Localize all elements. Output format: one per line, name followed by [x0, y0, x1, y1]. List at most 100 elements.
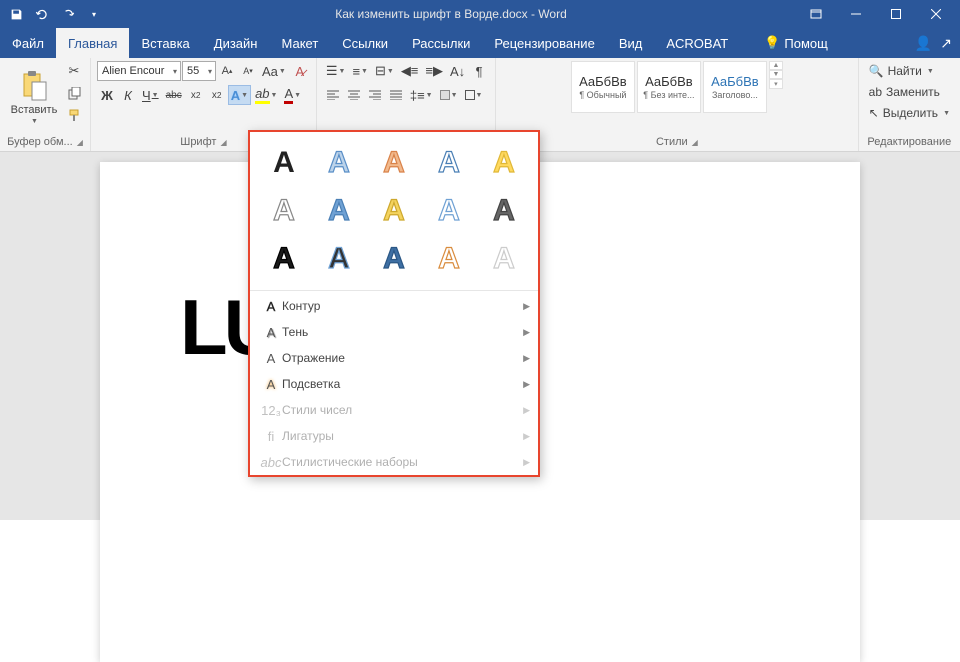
highlight-button[interactable]: ab▼ [252, 85, 280, 105]
window-controls [796, 0, 956, 28]
shrink-font-icon[interactable]: A▾ [238, 61, 258, 81]
menu-outline[interactable]: AКонтур▶ [250, 293, 538, 319]
tab-insert[interactable]: Вставка [129, 28, 201, 58]
align-center-icon[interactable] [344, 85, 364, 105]
window-title: Как изменить шрифт в Ворде.docx - Word [106, 7, 796, 21]
borders-icon[interactable]: ▼ [462, 85, 486, 105]
text-effect-preset-9[interactable]: A [424, 188, 473, 232]
text-effect-preset-8[interactable]: A [370, 188, 419, 232]
replace-button[interactable]: abЗаменить [865, 82, 954, 102]
tab-home[interactable]: Главная [56, 28, 129, 58]
account-icon[interactable]: 👤 [915, 35, 932, 52]
text-effects-presets: AAAAAAAAAAAAAAA [250, 132, 538, 288]
style-no-spacing[interactable]: АаБбВв¶ Без инте... [637, 61, 701, 113]
text-effect-preset-6[interactable]: A [260, 188, 309, 232]
chevron-right-icon: ▶ [523, 353, 530, 364]
dialog-launcher-icon[interactable]: ◢ [692, 138, 698, 147]
select-button[interactable]: ↖Выделить▼ [865, 103, 954, 123]
line-spacing-icon[interactable]: ‡≡▼ [407, 85, 436, 105]
numbering-icon[interactable]: ≡▼ [349, 61, 371, 81]
style-normal[interactable]: АаБбВв¶ Обычный [571, 61, 635, 113]
svg-text:A: A [383, 242, 405, 275]
text-effect-preset-3[interactable]: A [370, 140, 419, 184]
redo-icon[interactable] [56, 3, 80, 25]
close-icon[interactable] [916, 0, 956, 28]
bullets-icon[interactable]: ☰▼ [323, 61, 349, 81]
paste-button[interactable]: Вставить ▼ [6, 61, 62, 133]
save-icon[interactable] [4, 3, 28, 25]
style-heading1[interactable]: АаБбВвЗаголово... [703, 61, 767, 113]
menu-reflection[interactable]: AОтражение▶ [250, 345, 538, 371]
paste-label: Вставить [11, 104, 58, 116]
font-name-selector[interactable]: Alien Encour [97, 61, 181, 81]
quick-access-toolbar: ▾ [4, 3, 106, 25]
shading-icon[interactable]: ▼ [437, 85, 461, 105]
multilevel-list-icon[interactable]: ⊟▼ [372, 61, 397, 81]
ribbon-display-icon[interactable] [796, 0, 836, 28]
change-case-icon[interactable]: Aa▼ [259, 61, 289, 81]
maximize-icon[interactable] [876, 0, 916, 28]
styles-expand-icon[interactable]: ▾ [769, 79, 783, 89]
text-effect-preset-2[interactable]: A [315, 140, 364, 184]
bold-button[interactable]: Ж [97, 85, 117, 105]
cut-icon[interactable]: ✂ [64, 61, 84, 81]
increase-indent-icon[interactable]: ≡▶ [422, 61, 446, 81]
dialog-launcher-icon[interactable]: ◢ [220, 138, 226, 147]
ligatures-icon: fi [260, 429, 282, 444]
copy-icon[interactable] [64, 83, 84, 103]
styles-scroll-down-icon[interactable]: ▼ [769, 70, 783, 79]
qat-customize-icon[interactable]: ▾ [82, 3, 106, 25]
strikethrough-button[interactable]: abc [163, 85, 185, 105]
align-left-icon[interactable] [323, 85, 343, 105]
text-effect-preset-11[interactable]: A [260, 236, 309, 280]
underline-button[interactable]: Ч▼ [139, 85, 162, 105]
grow-font-icon[interactable]: A▴ [217, 61, 237, 81]
text-effect-preset-13[interactable]: A [370, 236, 419, 280]
tab-layout[interactable]: Макет [269, 28, 330, 58]
font-size-selector[interactable]: 55 [182, 61, 216, 81]
text-effect-preset-1[interactable]: A [260, 140, 309, 184]
text-effect-preset-7[interactable]: A [315, 188, 364, 232]
group-styles: АаБбВв¶ Обычный АаБбВв¶ Без инте... АаБб… [496, 58, 858, 151]
ribbon-tabs: Файл Главная Вставка Дизайн Макет Ссылки… [0, 28, 960, 58]
text-effect-preset-10[interactable]: A [479, 188, 528, 232]
undo-icon[interactable] [30, 3, 54, 25]
text-effect-preset-14[interactable]: A [424, 236, 473, 280]
tab-acrobat[interactable]: ACROBAT [654, 28, 740, 58]
tab-review[interactable]: Рецензирование [482, 28, 606, 58]
menu-glow[interactable]: AПодсветка▶ [250, 371, 538, 397]
text-effects-button[interactable]: A▼ [228, 85, 251, 105]
tab-references[interactable]: Ссылки [330, 28, 400, 58]
tell-me-label: Помощ [784, 36, 827, 51]
dialog-launcher-icon[interactable]: ◢ [77, 138, 83, 147]
font-color-button[interactable]: A▼ [281, 85, 304, 105]
clear-formatting-icon[interactable]: A̷ [290, 61, 310, 81]
find-button[interactable]: 🔍Найти▼ [865, 61, 954, 81]
text-effect-preset-15[interactable]: A [479, 236, 528, 280]
svg-text:A: A [274, 242, 296, 275]
text-effect-preset-4[interactable]: A [424, 140, 473, 184]
tab-mailings[interactable]: Рассылки [400, 28, 482, 58]
superscript-icon[interactable]: x2 [207, 85, 227, 105]
text-effect-preset-5[interactable]: A [479, 140, 528, 184]
share-icon[interactable]: ↗ [940, 35, 952, 52]
subscript-icon[interactable]: x2 [186, 85, 206, 105]
sort-icon[interactable]: A↓ [447, 61, 468, 81]
show-marks-icon[interactable]: ¶ [469, 61, 489, 81]
tell-me[interactable]: 💡 Помощ [752, 28, 840, 58]
decrease-indent-icon[interactable]: ◀≡ [398, 61, 422, 81]
styles-scroll-up-icon[interactable]: ▲ [769, 61, 783, 70]
svg-text:A: A [438, 242, 460, 275]
tab-design[interactable]: Дизайн [202, 28, 270, 58]
styles-gallery-nav: ▲ ▼ ▾ [769, 61, 783, 89]
justify-icon[interactable] [386, 85, 406, 105]
align-right-icon[interactable] [365, 85, 385, 105]
tab-file[interactable]: Файл [0, 28, 56, 58]
italic-button[interactable]: К [118, 85, 138, 105]
format-painter-icon[interactable] [64, 105, 84, 125]
tab-view[interactable]: Вид [607, 28, 655, 58]
menu-shadow[interactable]: AТень▶ [250, 319, 538, 345]
text-effect-preset-12[interactable]: A [315, 236, 364, 280]
minimize-icon[interactable] [836, 0, 876, 28]
group-editing: 🔍Найти▼ abЗаменить ↖Выделить▼ Редактиров… [859, 58, 960, 151]
